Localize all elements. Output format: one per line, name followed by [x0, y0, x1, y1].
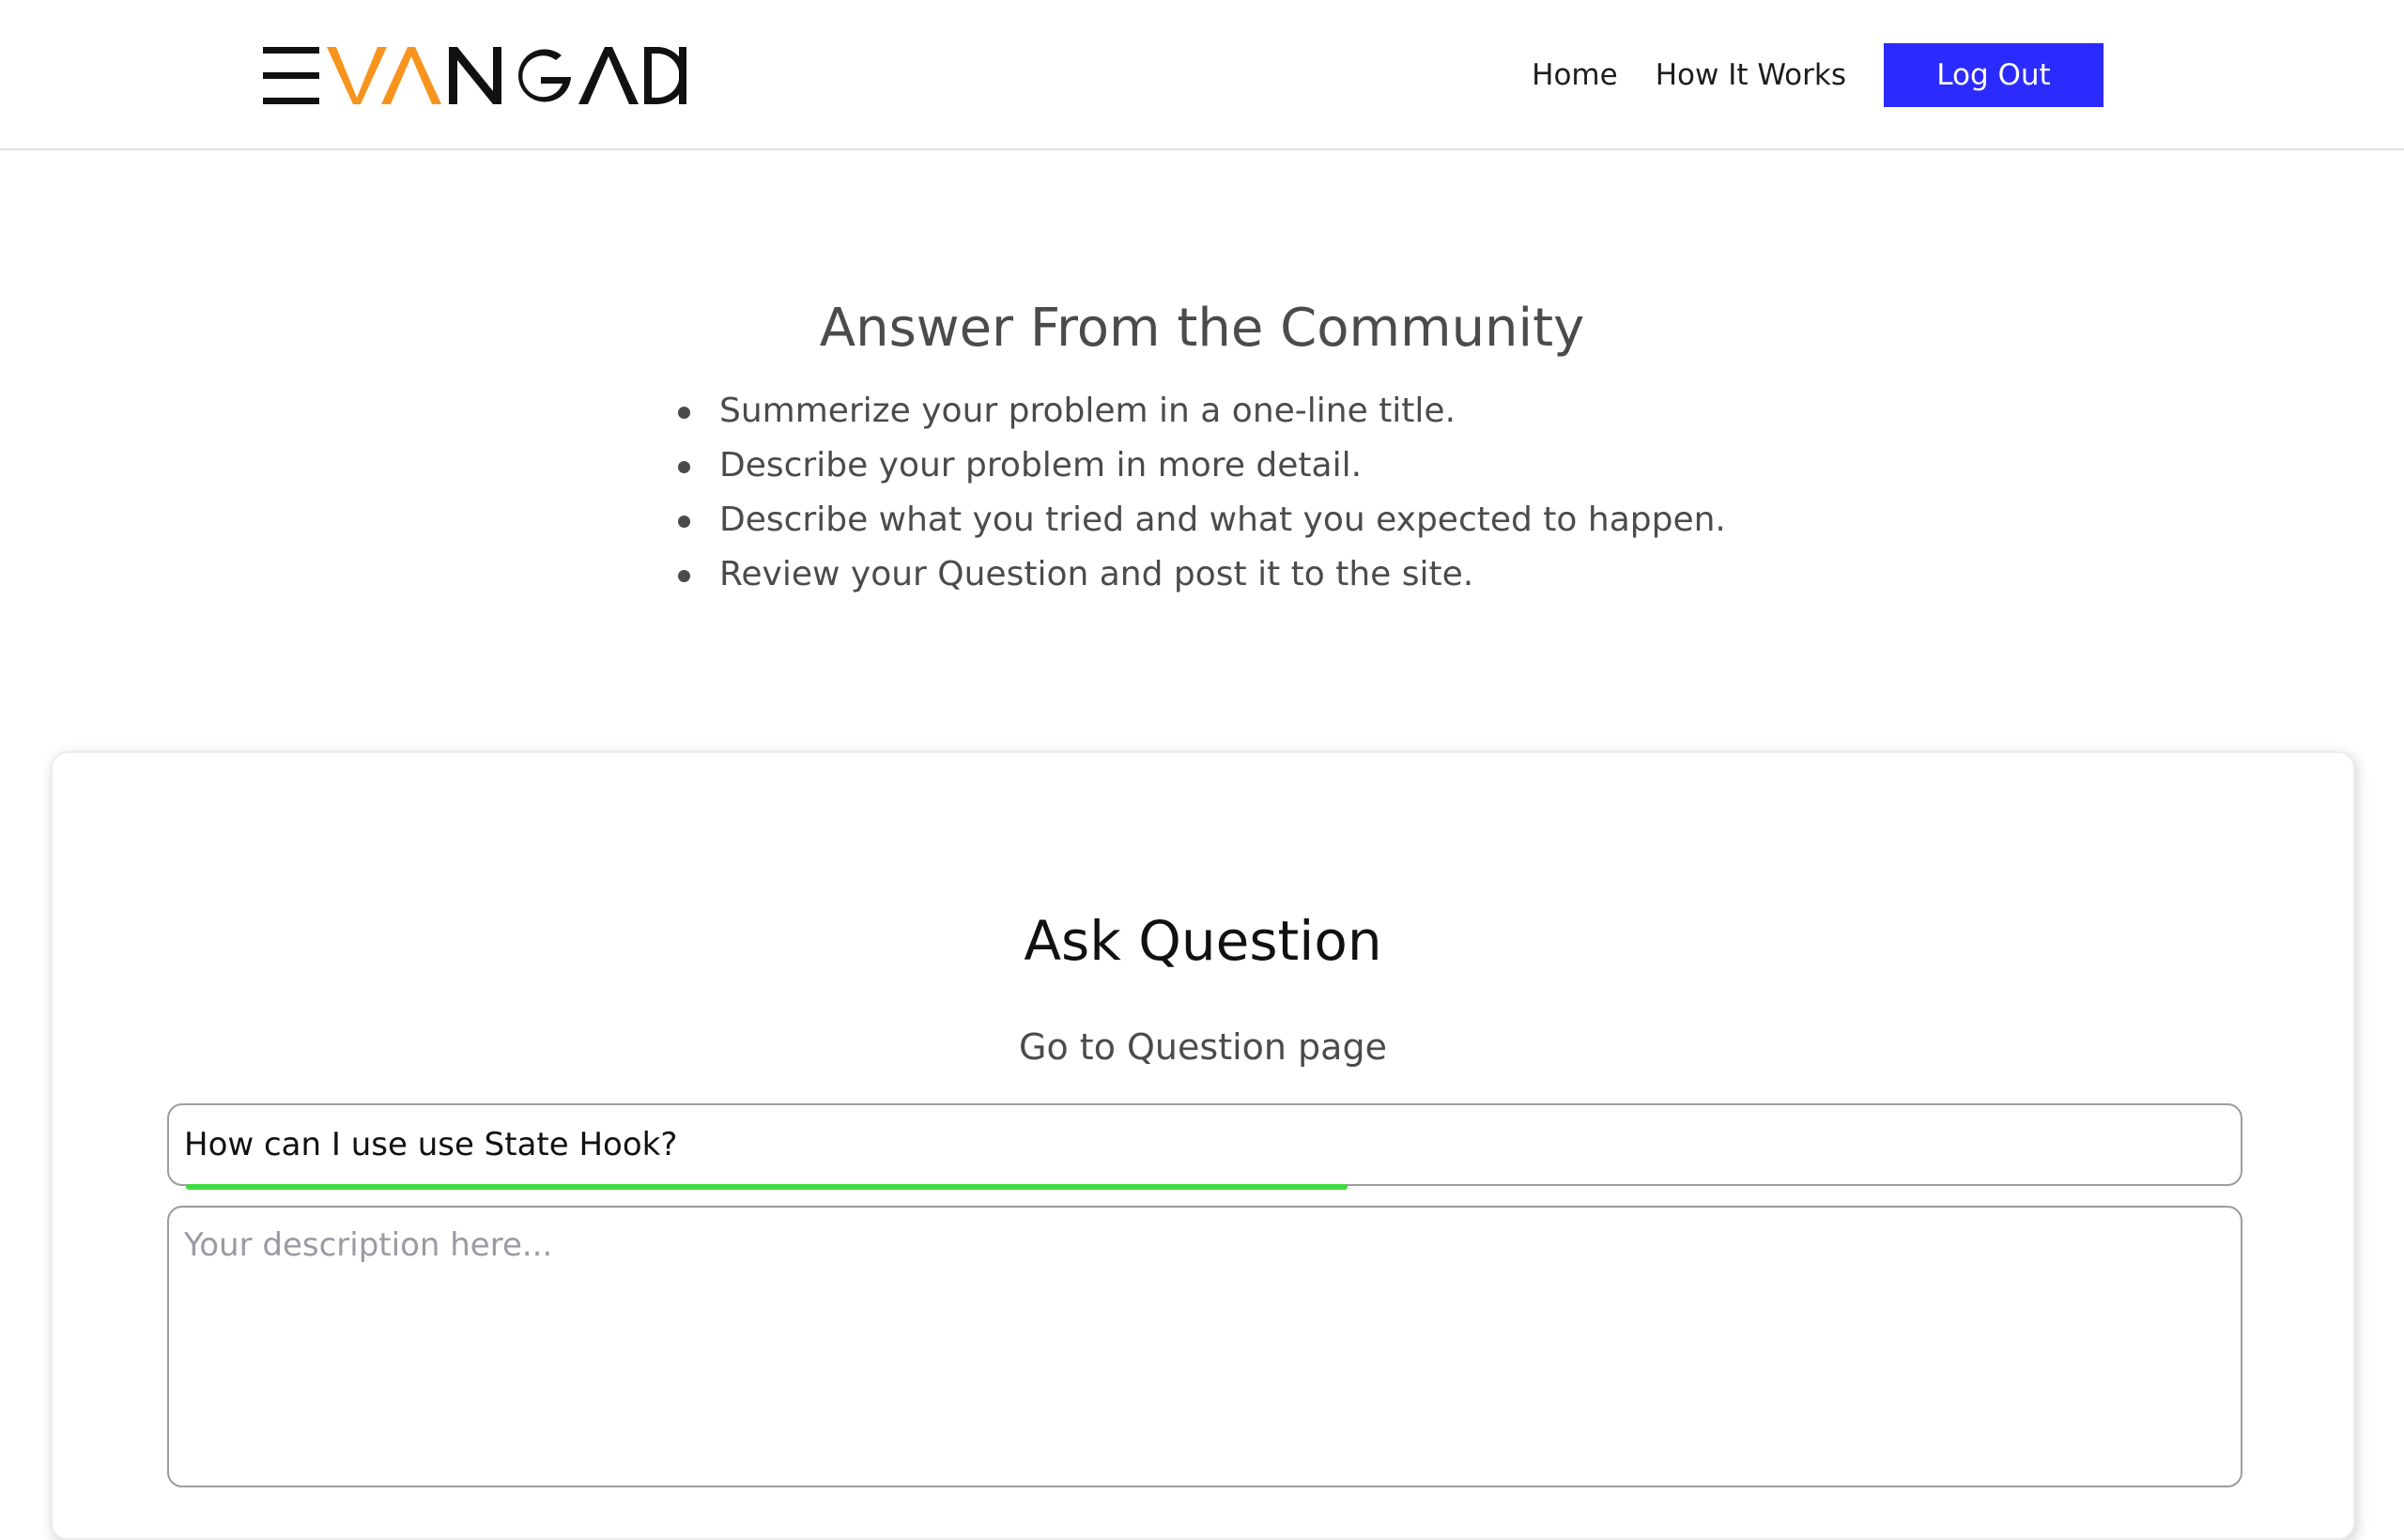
- question-steps-list: Summerize your problem in a one-line tit…: [678, 384, 1726, 602]
- question-description-textarea[interactable]: [167, 1206, 2242, 1487]
- nav-home-link[interactable]: Home: [1532, 58, 1618, 92]
- bullet-icon: [678, 407, 690, 419]
- top-navbar: Home How It Works Log Out: [0, 0, 2404, 150]
- title-length-progress: [186, 1184, 2224, 1190]
- evangadi-logo-mark: [263, 47, 686, 104]
- list-item: Describe your problem in more detail.: [678, 439, 1726, 493]
- question-title-input[interactable]: [167, 1103, 2242, 1186]
- step-text: Describe your problem in more detail.: [719, 446, 1363, 485]
- list-item: Summerize your problem in a one-line tit…: [678, 384, 1726, 439]
- go-to-question-page-link[interactable]: Go to Question page: [53, 1021, 2353, 1073]
- ask-question-title: Ask Question: [1024, 909, 1382, 973]
- evangadi-logo[interactable]: [261, 43, 688, 107]
- step-text: Review your Question and post it to the …: [719, 555, 1474, 593]
- step-text: Summerize your problem in a one-line tit…: [719, 392, 1456, 430]
- bullet-icon: [678, 461, 690, 473]
- bullet-icon: [678, 570, 690, 582]
- community-heading: Answer From the Community: [819, 298, 1585, 359]
- main-nav: Home How It Works Log Out: [1532, 43, 2104, 107]
- logout-button[interactable]: Log Out: [1884, 43, 2104, 107]
- title-length-progress-fill: [186, 1184, 1348, 1190]
- list-item: Describe what you tried and what you exp…: [678, 493, 1726, 547]
- ask-question-card: Ask Question Go to Question page: [51, 751, 2355, 1540]
- step-text: Describe what you tried and what you exp…: [719, 500, 1726, 539]
- list-item: Review your Question and post it to the …: [678, 547, 1726, 602]
- bullet-icon: [678, 516, 690, 528]
- nav-how-it-works-link[interactable]: How It Works: [1656, 58, 1846, 92]
